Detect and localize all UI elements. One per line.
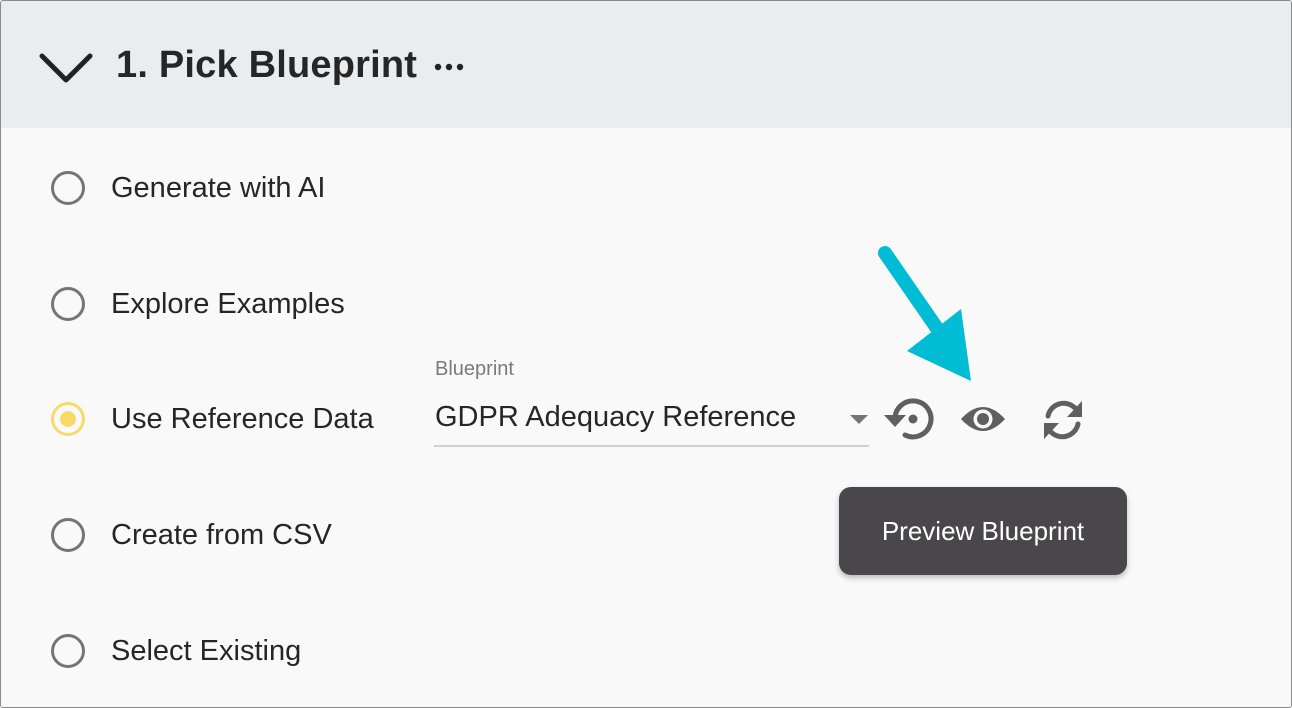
option-select-existing[interactable]: Select Existing	[48, 629, 301, 673]
option-label: Create from CSV	[111, 518, 332, 551]
preview-tooltip: Preview Blueprint	[839, 487, 1127, 575]
option-use-reference-data[interactable]: Use Reference Data	[48, 397, 374, 441]
refresh-icon[interactable]	[1039, 397, 1087, 443]
radio-button[interactable]	[51, 634, 85, 668]
blueprint-select-value: GDPR Adequacy Reference	[435, 401, 797, 433]
option-create-from-csv[interactable]: Create from CSV	[48, 513, 332, 557]
radio-button-selected[interactable]	[51, 402, 85, 436]
option-label: Generate with AI	[111, 171, 326, 204]
option-generate-with-ai[interactable]: Generate with AI	[48, 166, 325, 210]
option-label: Use Reference Data	[111, 402, 374, 435]
more-horizontal-icon[interactable]	[433, 57, 465, 77]
option-label: Select Existing	[111, 634, 302, 667]
eye-icon[interactable]	[959, 401, 1007, 437]
blueprint-select[interactable]: GDPR Adequacy Reference	[434, 395, 869, 447]
panel-header[interactable]: 1. Pick Blueprint	[1, 1, 1291, 128]
caret-down-icon[interactable]	[850, 415, 868, 424]
pick-blueprint-panel: 1. Pick Blueprint Generate with AI Explo…	[0, 0, 1292, 708]
option-label: Explore Examples	[111, 287, 345, 320]
radio-button[interactable]	[51, 287, 85, 321]
tooltip-text: Preview Blueprint	[881, 515, 1085, 546]
chevron-down-icon[interactable]	[38, 50, 94, 86]
panel-title: 1. Pick Blueprint	[116, 44, 418, 86]
blueprint-field-label: Blueprint	[435, 358, 514, 380]
restore-icon[interactable]	[881, 393, 939, 445]
annotation-arrow-icon	[878, 246, 971, 381]
option-explore-examples[interactable]: Explore Examples	[48, 282, 345, 326]
radio-button[interactable]	[51, 171, 85, 205]
radio-button[interactable]	[51, 518, 85, 552]
